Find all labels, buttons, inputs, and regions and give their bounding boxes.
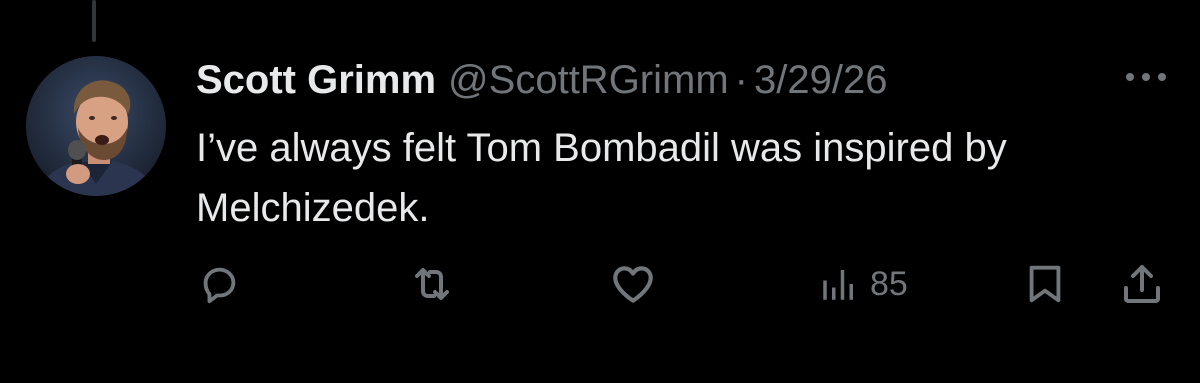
header-separator: ·: [734, 58, 748, 102]
retweet-button[interactable]: [408, 256, 456, 312]
reply-button[interactable]: [196, 256, 242, 312]
reply-icon: [203, 267, 236, 304]
thread-connector-line: [92, 0, 96, 42]
tweet-text: I’ve always felt Tom Bombadil was inspir…: [196, 126, 1007, 230]
share-button[interactable]: [1118, 256, 1166, 312]
heart-icon: [613, 266, 653, 303]
avatar-image: [26, 56, 166, 196]
views-chart-icon: [823, 270, 853, 300]
more-dots-icon: [1126, 73, 1166, 81]
share-icon: [1124, 265, 1160, 303]
views-button[interactable]: 85: [818, 256, 908, 312]
author-display-name[interactable]: Scott Grimm: [196, 54, 436, 106]
like-button[interactable]: [608, 256, 658, 312]
tweet-header: Scott Grimm @ScottRGrimm · 3/29/26: [196, 54, 887, 106]
views-count: 85: [870, 265, 908, 303]
more-options-button[interactable]: [1118, 62, 1174, 92]
avatar[interactable]: [26, 56, 166, 196]
retweet-icon: [415, 268, 449, 300]
tweet-date[interactable]: 3/29/26: [754, 54, 887, 106]
author-handle[interactable]: @ScottRGrimm: [448, 54, 729, 106]
bookmark-icon: [1029, 265, 1061, 303]
bookmark-button[interactable]: [1022, 256, 1068, 312]
